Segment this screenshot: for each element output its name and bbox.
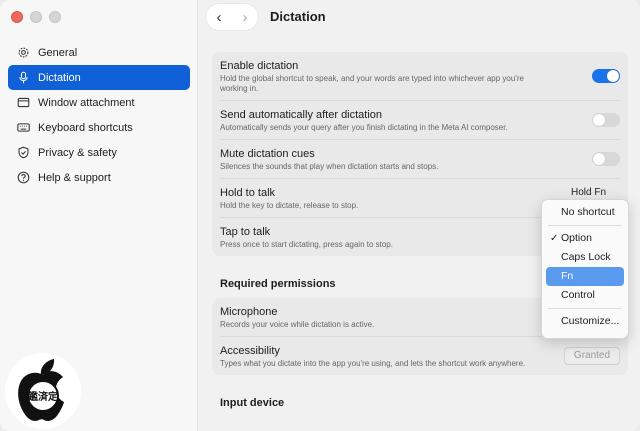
accessibility-row: Accessibility Types what you dictate int…: [220, 337, 620, 375]
hold-to-talk-select[interactable]: Hold Fn: [571, 187, 606, 198]
menu-item-option[interactable]: ✓ Option: [546, 229, 624, 248]
sidebar-item-label: General: [38, 46, 78, 59]
toolbar: ‹ › Dictation: [198, 0, 640, 36]
menu-item-label: Control: [561, 289, 595, 301]
sidebar-item-label: Help & support: [38, 171, 111, 184]
sidebar-item-label: Window attachment: [38, 96, 135, 109]
row-description: Hold the key to dictate, release to stop…: [220, 201, 359, 210]
menu-item-label: Caps Lock: [561, 251, 611, 263]
window-controls: [11, 11, 61, 23]
menu-item-label: Customize...: [561, 315, 620, 327]
keyboard-icon: [16, 121, 30, 135]
granted-button[interactable]: Granted: [564, 347, 620, 365]
enable-dictation-row: Enable dictation Hold the global shortcu…: [220, 52, 620, 101]
minimize-window-button[interactable]: [30, 11, 42, 23]
nav-buttons: ‹ ›: [206, 4, 258, 30]
checkmark-icon: ✓: [550, 233, 559, 244]
sidebar-item-dictation[interactable]: Dictation: [8, 65, 190, 90]
row-label: Mute dictation cues: [220, 148, 315, 160]
microphone-icon: [16, 71, 30, 85]
back-button[interactable]: ‹: [217, 10, 222, 25]
row-label: Hold to talk: [220, 187, 276, 199]
sidebar-item-keyboard-shortcuts[interactable]: Keyboard shortcuts: [8, 115, 190, 140]
mute-cues-row: Mute dictation cues Silences the sounds …: [220, 140, 620, 179]
row-description: Silences the sounds that play when dicta…: [220, 162, 439, 171]
sidebar-item-privacy-safety[interactable]: Privacy & safety: [8, 140, 190, 165]
sidebar-item-help-support[interactable]: Help & support: [8, 165, 190, 190]
page-title: Dictation: [270, 9, 326, 24]
apple-logo-icon: 鑑済定: [5, 353, 81, 429]
menu-separator: [548, 308, 622, 309]
seal-text: 鑑済定: [28, 390, 58, 403]
menu-item-customize[interactable]: Customize...: [546, 312, 624, 331]
row-label: Enable dictation: [220, 60, 299, 72]
menu-item-label: Option: [561, 232, 592, 244]
enable-dictation-toggle[interactable]: [592, 69, 620, 83]
menu-separator: [548, 225, 622, 226]
settings-window: General Dictation Window attachment Keyb…: [0, 0, 640, 431]
sidebar-item-label: Dictation: [38, 71, 81, 84]
maximize-window-button[interactable]: [49, 11, 61, 23]
window-icon: [16, 96, 30, 110]
row-description: Press once to start dictating, press aga…: [220, 240, 393, 249]
section-heading-input-device: Input device: [220, 397, 285, 409]
close-window-button[interactable]: [11, 11, 23, 23]
menu-item-label: Fn: [561, 270, 574, 282]
question-icon: [16, 171, 30, 185]
shield-icon: [16, 146, 30, 160]
row-description: Types what you dictate into the app you'…: [220, 359, 526, 368]
sidebar-item-general[interactable]: General: [8, 40, 190, 65]
sidebar-nav: General Dictation Window attachment Keyb…: [8, 40, 190, 190]
menu-item-fn[interactable]: Fn: [546, 267, 624, 286]
sidebar-item-label: Privacy & safety: [38, 146, 117, 159]
send-automatically-toggle[interactable]: [592, 113, 620, 127]
row-description: Records your voice while dictation is ac…: [220, 320, 375, 329]
row-description: Automatically sends your query after you…: [220, 123, 508, 132]
menu-item-control[interactable]: Control: [546, 286, 624, 305]
row-label: Send automatically after dictation: [220, 109, 383, 121]
mute-cues-toggle[interactable]: [592, 152, 620, 166]
watermark-seal: 鑑済定: [2, 348, 84, 430]
forward-button[interactable]: ›: [243, 10, 248, 25]
send-automatically-row: Send automatically after dictation Autom…: [220, 101, 620, 140]
sidebar-item-label: Keyboard shortcuts: [38, 121, 133, 134]
menu-item-no-shortcut[interactable]: No shortcut: [546, 203, 624, 222]
gear-icon: [16, 46, 30, 60]
shortcut-dropdown-menu: No shortcut ✓ Option Caps Lock Fn Control…: [541, 199, 629, 339]
sidebar-item-window-attachment[interactable]: Window attachment: [8, 90, 190, 115]
row-label: Accessibility: [220, 345, 280, 357]
row-description: Hold the global shortcut to speak, and y…: [220, 74, 524, 93]
menu-item-label: No shortcut: [561, 206, 615, 218]
menu-item-caps-lock[interactable]: Caps Lock: [546, 248, 624, 267]
